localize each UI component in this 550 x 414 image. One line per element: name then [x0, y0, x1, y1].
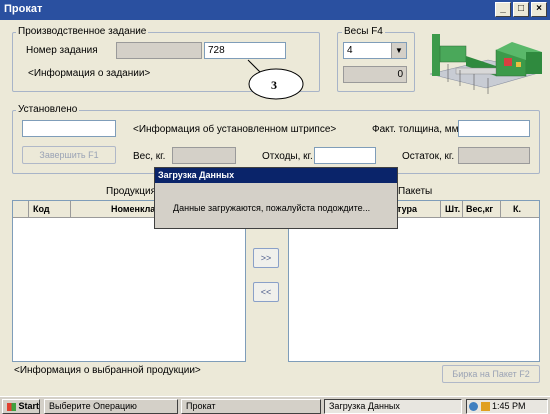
- products-col-code[interactable]: Код: [29, 201, 71, 217]
- scales-select[interactable]: 4 ▼: [343, 42, 407, 59]
- taskbar-item-loading[interactable]: Загрузка Данных: [324, 399, 462, 414]
- windows-logo-icon: [7, 402, 16, 411]
- waste-label: Отходы, кг.: [262, 151, 313, 162]
- chevron-down-icon[interactable]: ▼: [391, 43, 406, 58]
- task-group-title: Производственное задание: [16, 26, 149, 37]
- weight-field: [172, 147, 236, 164]
- remainder-label: Остаток, кг.: [402, 151, 455, 162]
- callout-number: 3: [271, 78, 277, 92]
- task-info-text: <Информация о задании>: [28, 68, 151, 79]
- scales-group: [337, 32, 415, 92]
- tag-package-button[interactable]: Бирка на Пакет F2: [442, 365, 540, 383]
- rolling-mill-image: [429, 34, 543, 94]
- thickness-field[interactable]: [458, 120, 530, 137]
- finish-button[interactable]: Завершить F1: [22, 146, 116, 164]
- loading-dialog-message: Данные загружаются, пожалуйста подождите…: [173, 203, 371, 213]
- loading-dialog-title[interactable]: Загрузка Данных: [155, 168, 397, 183]
- installed-group-title: Установлено: [16, 104, 80, 115]
- waste-field[interactable]: [314, 147, 376, 164]
- network-icon[interactable]: [469, 402, 478, 412]
- move-left-button[interactable]: <<: [253, 282, 279, 302]
- packages-title: Пакеты: [396, 186, 435, 197]
- remainder-field: [458, 147, 530, 164]
- scales-weight-field: 0: [343, 66, 407, 83]
- minimize-button[interactable]: _: [495, 2, 511, 17]
- clock: 1:45 PM: [492, 401, 526, 411]
- maximize-button[interactable]: □: [513, 2, 529, 17]
- warning-icon[interactable]: [480, 402, 490, 412]
- thickness-label: Факт. толщина, мм.: [372, 124, 462, 135]
- move-right-button[interactable]: >>: [253, 248, 279, 268]
- taskbar-item-select-operation[interactable]: Выберите Операцию: [44, 399, 178, 414]
- products-row-header-cell: [13, 201, 29, 217]
- packages-col-k[interactable]: К.: [501, 201, 539, 217]
- scales-select-value: 4: [347, 45, 353, 56]
- packages-col-weight[interactable]: Вес,кг: [463, 201, 501, 217]
- packages-col-qty[interactable]: Шт.: [441, 201, 463, 217]
- strip-info-text: <Информация об установленном штрипсе>: [133, 124, 337, 135]
- taskbar: Start Выберите Операцию Прокат Загрузка …: [0, 396, 550, 414]
- selected-product-info: <Информация о выбранной продукции>: [14, 365, 201, 376]
- strip-barcode-field[interactable]: [22, 120, 116, 137]
- taskbar-item-rolling[interactable]: Прокат: [181, 399, 321, 414]
- window-title-bar[interactable]: Прокат _ □ ×: [0, 0, 550, 20]
- weight-label: Вес, кг.: [133, 151, 166, 162]
- scales-group-title: Весы F4: [342, 26, 385, 37]
- start-button[interactable]: Start: [2, 399, 40, 414]
- products-title: Продукция: [104, 186, 159, 197]
- order-number-label: Номер задания: [26, 45, 98, 56]
- start-label: Start: [18, 401, 40, 411]
- system-tray: 1:45 PM: [466, 399, 548, 414]
- close-button[interactable]: ×: [531, 2, 547, 17]
- window-title: Прокат: [4, 3, 43, 15]
- order-code-field: [116, 42, 202, 59]
- loading-dialog[interactable]: Загрузка Данных Данные загружаются, пожа…: [154, 167, 398, 229]
